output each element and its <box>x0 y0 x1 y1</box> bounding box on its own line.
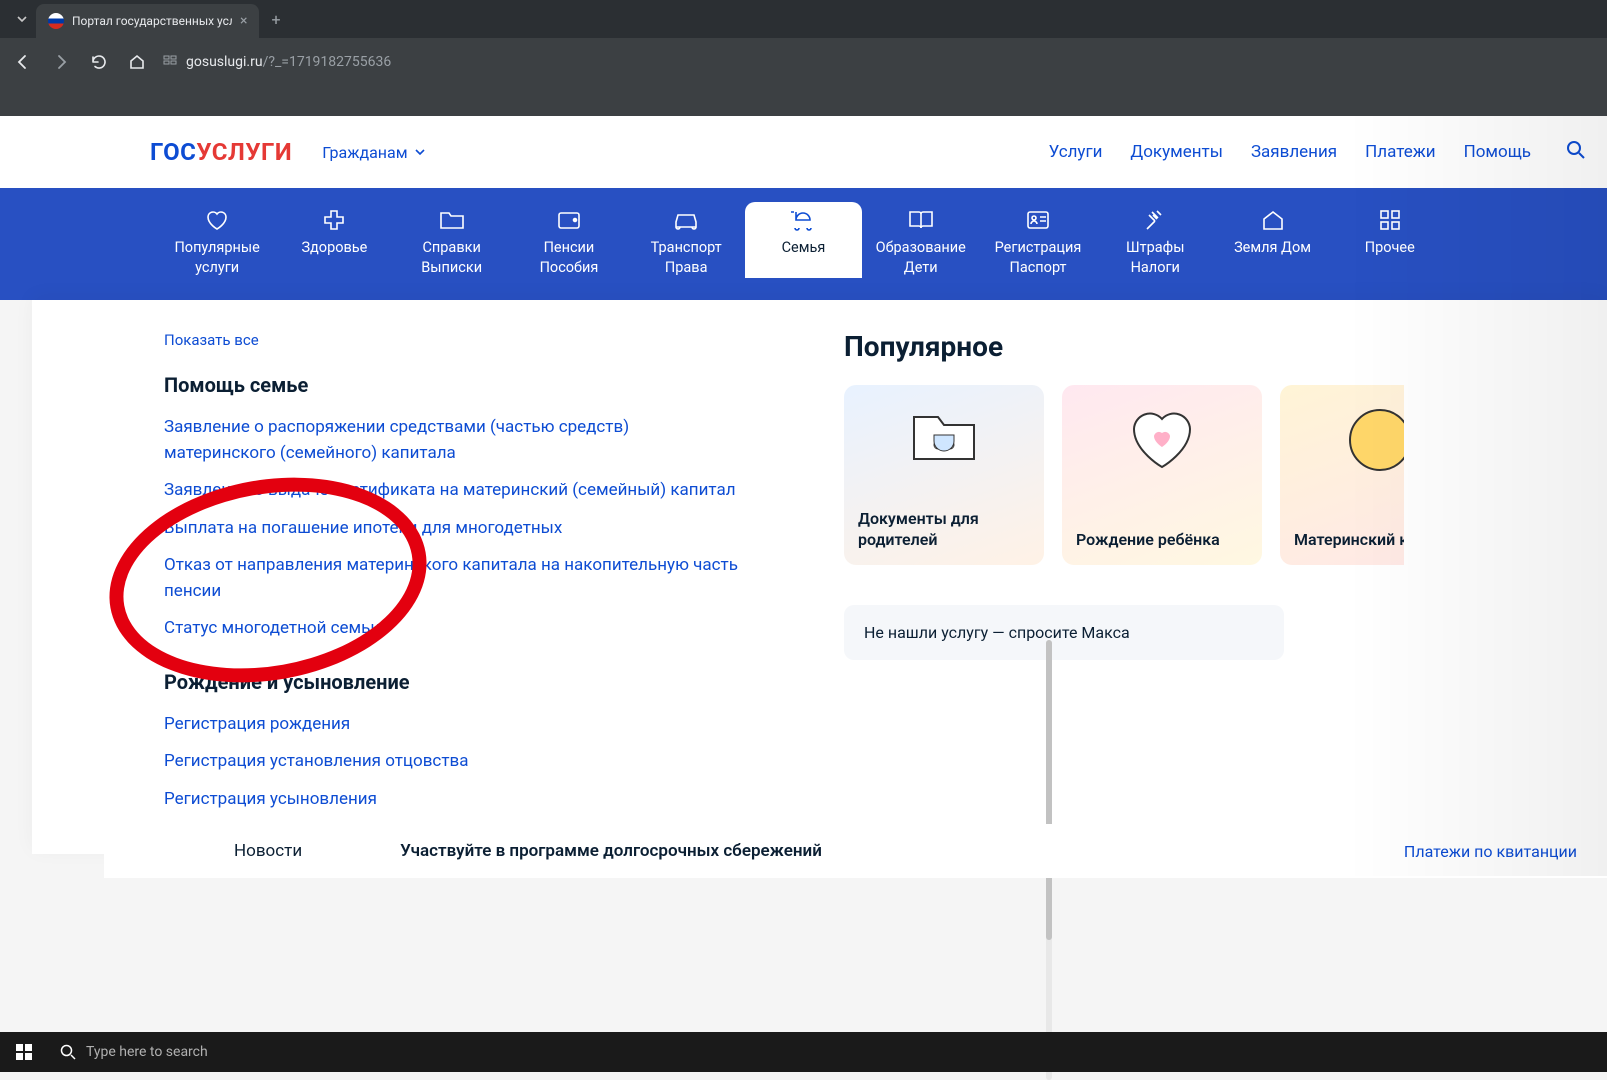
browser-toolbar: gosuslugi.ru/?_=1719182755636 <box>0 38 1607 86</box>
news-label[interactable]: Новости <box>234 841 302 861</box>
site-settings-icon[interactable] <box>162 52 178 72</box>
popular-card-documents[interactable]: Документы для родителей <box>844 385 1044 565</box>
search-icon[interactable] <box>1559 139 1587 165</box>
cat-pensions[interactable]: Пенсии Пособия <box>510 202 627 285</box>
service-link[interactable]: Регистрация усыновления <box>164 787 744 813</box>
service-link[interactable]: Регистрация рождения <box>164 712 744 738</box>
popular-card-matcapital[interactable]: Материнский капитал <box>1280 385 1404 565</box>
favicon-russia-icon <box>48 13 64 29</box>
coin-icon <box>1345 405 1404 479</box>
cat-fines[interactable]: Штрафы Налоги <box>1097 202 1214 285</box>
stroller-icon <box>789 208 817 232</box>
service-link[interactable]: Отказ от направления материнского капита… <box>164 553 744 604</box>
folder-stroller-icon <box>904 405 984 473</box>
cat-certificates[interactable]: Справки Выписки <box>393 202 510 285</box>
car-icon <box>672 208 700 232</box>
ask-max-banner[interactable]: Не нашли услугу — спросите Макса <box>844 605 1284 660</box>
heart-icon <box>1124 405 1200 477</box>
cat-land[interactable]: Земля Дом <box>1214 202 1331 264</box>
nav-documents[interactable]: Документы <box>1130 142 1223 162</box>
nav-services[interactable]: Услуги <box>1049 142 1103 162</box>
nav-payments[interactable]: Платежи <box>1365 142 1435 162</box>
cat-other[interactable]: Прочее <box>1331 202 1448 264</box>
logo[interactable]: ГОСУСЛУГИ <box>150 138 292 166</box>
header-nav: Услуги Документы Заявления Платежи Помощ… <box>1049 139 1607 165</box>
new-tab-button[interactable]: + <box>271 10 280 29</box>
house-icon <box>1259 208 1287 232</box>
cat-popular[interactable]: Популярные услуги <box>159 202 276 285</box>
popular-title: Популярное <box>844 330 1404 363</box>
address-bar[interactable]: gosuslugi.ru/?_=1719182755636 <box>162 52 391 72</box>
cat-transport[interactable]: Транспорт Права <box>628 202 745 285</box>
service-link[interactable]: Выплата на погашение ипотеки для многоде… <box>164 516 744 542</box>
category-dropdown-panel: Показать все Помощь семье Заявление о ра… <box>32 300 1607 854</box>
home-button[interactable] <box>124 49 150 75</box>
wallet-icon <box>555 208 583 232</box>
bookmarks-bar <box>0 86 1607 116</box>
category-nav: Популярные услуги Здоровье Справки Выпис… <box>0 188 1607 300</box>
nav-help[interactable]: Помощь <box>1464 142 1531 162</box>
news-headline[interactable]: Участвуйте в программе долгосрочных сбер… <box>400 841 822 861</box>
section-title-birth: Рождение и усыновление <box>164 670 804 694</box>
service-link[interactable]: Заявление о выдаче сертификата на матери… <box>164 478 744 504</box>
id-card-icon <box>1024 208 1052 232</box>
cat-family[interactable]: Семья <box>745 202 862 278</box>
service-link-status[interactable]: Статус многодетной семьи <box>164 616 744 642</box>
forward-button[interactable] <box>48 49 74 75</box>
news-strip: Новости Участвуйте в программе долгосроч… <box>104 824 1607 878</box>
tab-title: Портал государственных услу <box>72 14 232 28</box>
browser-tab[interactable]: Портал государственных услу × <box>36 4 259 38</box>
browser-tab-strip: Портал государственных услу × + <box>0 0 1607 38</box>
audience-selector[interactable]: Гражданам <box>322 143 425 162</box>
back-button[interactable] <box>10 49 36 75</box>
start-button[interactable] <box>0 1044 48 1060</box>
section-title-help: Помощь семье <box>164 373 804 397</box>
plus-medical-icon <box>320 208 348 232</box>
gavel-icon <box>1141 208 1169 232</box>
url-host: gosuslugi.ru/?_=1719182755636 <box>186 54 391 70</box>
close-icon[interactable]: × <box>240 13 247 29</box>
search-icon <box>60 1044 76 1060</box>
taskbar-search[interactable]: Type here to search <box>48 1032 388 1072</box>
popular-card-birth[interactable]: Рождение ребёнка <box>1062 385 1262 565</box>
folder-icon <box>438 208 466 232</box>
search-placeholder: Type here to search <box>86 1044 208 1060</box>
service-link[interactable]: Регистрация установления отцовства <box>164 749 744 775</box>
tabs-menu-button[interactable] <box>8 10 36 29</box>
cat-registration[interactable]: Регистрация Паспорт <box>979 202 1096 285</box>
grid-icon <box>1376 208 1404 232</box>
show-all-link[interactable]: Показать все <box>164 331 259 349</box>
site-header: ГОСУСЛУГИ Гражданам Услуги Документы Зая… <box>0 116 1607 188</box>
reload-button[interactable] <box>86 49 112 75</box>
heart-icon <box>203 208 231 232</box>
news-side-link[interactable]: Платежи по квитанции <box>1404 842 1577 861</box>
chevron-down-icon <box>414 146 426 158</box>
nav-applications[interactable]: Заявления <box>1251 142 1337 162</box>
service-link[interactable]: Заявление о распоряжении средствами (час… <box>164 415 744 466</box>
cat-education[interactable]: Образование Дети <box>862 202 979 285</box>
cat-health[interactable]: Здоровье <box>276 202 393 264</box>
windows-taskbar: Type here to search <box>0 1032 1607 1072</box>
book-icon <box>907 208 935 232</box>
